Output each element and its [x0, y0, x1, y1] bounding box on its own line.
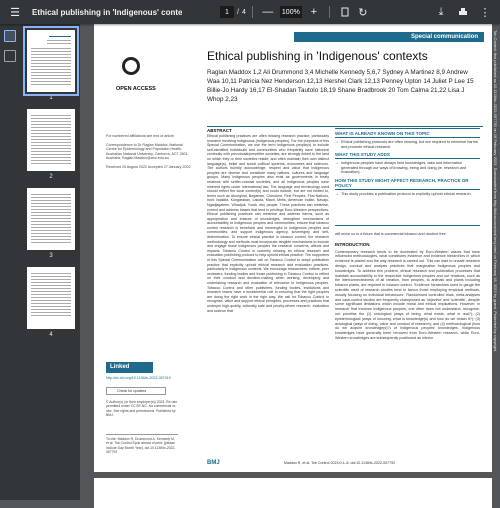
zoom-out-button[interactable]: — — [259, 3, 277, 21]
divider — [207, 126, 483, 127]
more-options-icon[interactable]: ⋮ — [476, 3, 494, 21]
received-note: Received 25 August 2022 Accepted 27 Janu… — [106, 164, 191, 169]
summary-item: Ethical publishing protocols are often m… — [335, 140, 480, 149]
fit-page-icon[interactable] — [336, 3, 354, 21]
pdf-page: Special communication OPEN ACCESS Ethica… — [94, 24, 492, 472]
intro-heading: INTRODUCTION — [335, 241, 370, 247]
open-access-icon — [122, 57, 140, 75]
summary-item: Indigenous peoples have always held know… — [335, 161, 480, 175]
page-thumbnail-number: 4 — [49, 332, 53, 338]
cite-note: To cite: Maddox R, Drummond A, Kennedy M… — [106, 434, 178, 455]
page-thumbnail[interactable] — [27, 188, 75, 250]
check-updates-button[interactable]: Check for updates — [106, 387, 166, 395]
section-banner: Special communication — [294, 32, 484, 42]
side-note-text: Tob Control: first published as 10.1136/… — [493, 30, 498, 353]
page-separator: / — [237, 8, 239, 16]
left-notes: For numbered affiliations see end of art… — [106, 134, 191, 174]
page-selector: / 4 — [220, 6, 246, 18]
download-icon[interactable]: ⤓ — [432, 3, 450, 21]
page-number-input[interactable] — [220, 6, 234, 18]
zoom-input[interactable] — [279, 6, 302, 18]
rotate-icon[interactable]: ↻ — [354, 3, 372, 21]
menu-icon[interactable]: ☰ — [6, 3, 24, 21]
pdf-page-next — [94, 478, 492, 508]
summary-box: WHAT IS ALREADY KNOWN ON THIS TOPIC Ethi… — [335, 128, 480, 226]
page-total: 4 — [241, 8, 246, 16]
abstract-text: Ethical publishing practices are often m… — [207, 134, 329, 313]
intro-text: Contemporary research tends to be domina… — [335, 249, 480, 340]
document-title: Ethical publishing in 'Indigenous' conte… — [32, 7, 182, 17]
toolbar-divider — [251, 6, 253, 18]
zoom-in-button[interactable]: + — [305, 3, 323, 21]
summary-heading: WHAT IS ALREADY KNOWN ON THIS TOPIC — [335, 131, 480, 138]
outline-tab-icon[interactable] — [4, 50, 16, 62]
abstract-heading: ABSTRACT — [207, 128, 232, 133]
doi-link[interactable]: http://dx.doi.org/10.1136/tc-2022-057919 — [106, 376, 186, 380]
thumbnails-tab-icon[interactable] — [4, 30, 16, 42]
open-access-label: OPEN ACCESS — [116, 86, 156, 92]
bmj-logo: BMJ — [207, 460, 220, 466]
author-list: Raglan Maddox 1,2 Ali Drummond 3,4 Miche… — [207, 69, 474, 103]
summary-heading: WHAT THIS STUDY ADDS — [335, 152, 480, 160]
page-thumbnail[interactable] — [23, 26, 79, 96]
affiliation-note: For numbered affiliations see end of art… — [106, 134, 175, 138]
right-column: will move us to a future that is commerc… — [335, 232, 480, 341]
toolbar-divider — [328, 6, 330, 18]
page-thumbnail[interactable] — [27, 267, 75, 329]
article-title: Ethical publishing in 'Indigenous' conte… — [207, 49, 428, 63]
page-thumbnail-number: 3 — [49, 253, 53, 259]
page-thumbnail-number: 1 — [49, 95, 53, 101]
zoom-controls: — + — [259, 3, 323, 21]
side-download-note: Tob Control: first published as 10.1136/… — [491, 30, 499, 470]
print-icon[interactable] — [454, 3, 472, 21]
page-thumbnail[interactable] — [27, 109, 75, 171]
summary-item: This study provides a publication protoc… — [335, 192, 480, 197]
footer-citation: Maddox R, et al. Tob Control 2023;0:1–6.… — [284, 461, 396, 465]
pdf-toolbar: ☰ Ethical publishing in 'Indigenous' con… — [0, 0, 500, 24]
page-thumbnail-number: 2 — [49, 174, 53, 180]
rights-note: © Author(s) (or their employer(s)) 2023.… — [106, 400, 178, 418]
summary-heading: HOW THIS STUDY MIGHT AFFECT RESEARCH, PR… — [335, 178, 480, 190]
correspondence-note: Correspondence to Dr Raglan Maddox, Nati… — [106, 142, 189, 161]
abstract-continued: will move us to a future that is commerc… — [335, 232, 447, 236]
thumbnail-sidebar: 1 2 3 4 — [0, 24, 80, 500]
linked-badge[interactable]: Linked — [106, 362, 153, 373]
